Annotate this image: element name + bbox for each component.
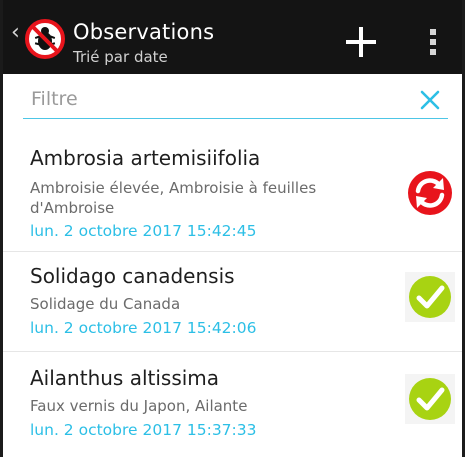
sort-subtitle: Trié par date — [73, 48, 168, 66]
observation-date: lun. 2 octobre 2017 15:42:06 — [30, 319, 257, 337]
vertical-dots-icon[interactable] — [421, 26, 445, 58]
common-names-line: d'Ambroise — [30, 199, 115, 217]
common-names: Faux vernis du Japon, Ailante — [30, 397, 248, 415]
filter-input[interactable] — [31, 84, 391, 114]
app-screen: ‹ Observations Trié par date Filtre Ambr… — [0, 0, 465, 457]
app-bar: ‹ Observations Trié par date — [3, 0, 462, 74]
filter-bar — [23, 84, 448, 119]
list-item[interactable]: Ailanthus altissima Faux vernis du Japon… — [3, 352, 462, 457]
check-circle-icon[interactable] — [405, 272, 455, 322]
sync-icon[interactable] — [405, 168, 455, 218]
list-item[interactable]: Ambrosia artemisiifolia Ambroisie élevée… — [3, 130, 462, 252]
common-names-line: Ambroisie élevée, Ambroisie à feuilles — [30, 179, 317, 197]
common-names: Ambroisie élevée, Ambroisie à feuilles d… — [30, 178, 360, 218]
plus-icon[interactable] — [343, 24, 379, 60]
common-names: Solidage du Canada — [30, 295, 181, 313]
latin-name: Ailanthus altissima — [30, 366, 220, 390]
observation-date: lun. 2 octobre 2017 15:37:33 — [30, 421, 257, 439]
close-icon[interactable] — [418, 88, 442, 112]
chevron-left-icon[interactable]: ‹ — [11, 22, 20, 44]
list-item[interactable]: Solidago canadensis Solidage du Canada l… — [3, 252, 462, 352]
no-bug-app-logo[interactable] — [25, 19, 65, 59]
latin-name: Ambrosia artemisiifolia — [30, 146, 261, 170]
check-circle-icon[interactable] — [405, 374, 455, 424]
page-title: Observations — [73, 20, 215, 44]
latin-name: Solidago canadensis — [30, 264, 235, 288]
observations-list: Ambrosia artemisiifolia Ambroisie élevée… — [3, 130, 462, 457]
observation-date: lun. 2 octobre 2017 15:42:45 — [30, 222, 257, 240]
